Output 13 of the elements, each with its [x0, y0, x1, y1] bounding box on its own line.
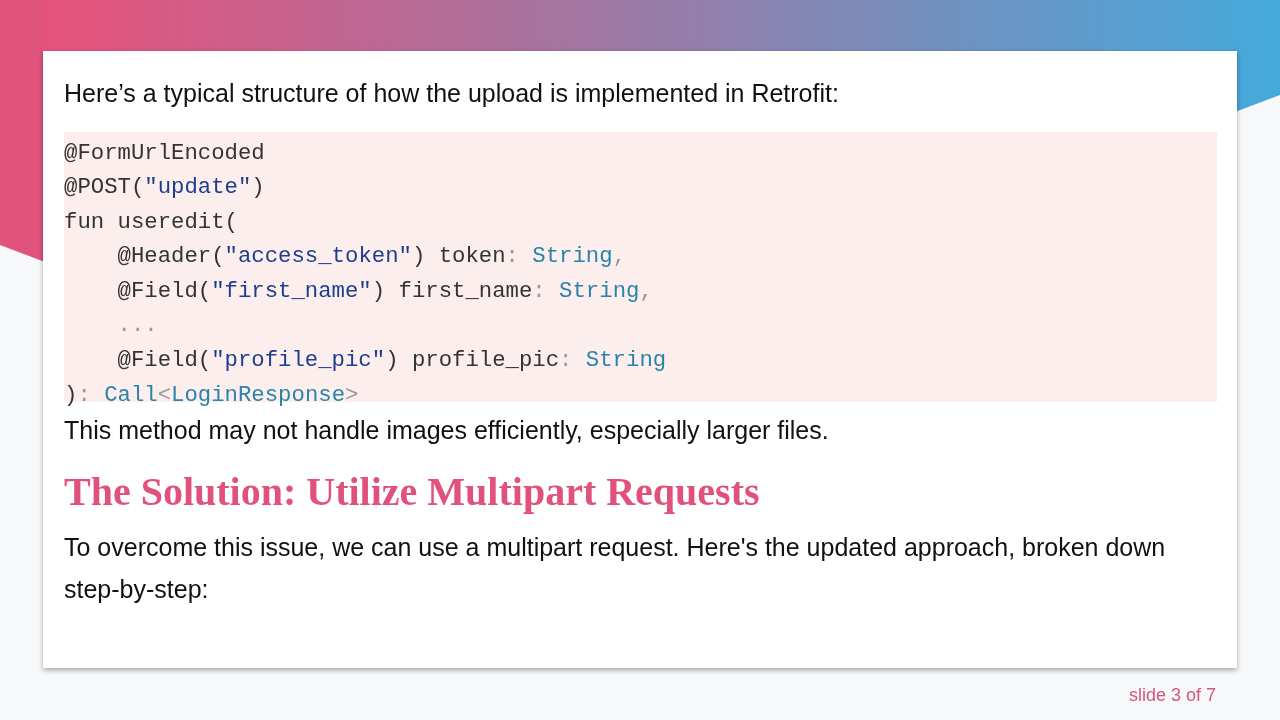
- slide-counter: slide 3 of 7: [1128, 685, 1216, 705]
- code-line: fun useredit(: [64, 207, 239, 237]
- note-text: This method may not handle images efficiently, especially larger files.: [64, 414, 830, 446]
- intro-text: Here’s a typical structure of how the upload is implemented in Retrofit:: [64, 78, 840, 109]
- code-line: @POST("update"): [64, 173, 266, 203]
- code-line: @Field("first_name") first_name: String,: [116, 276, 654, 306]
- code-line: @Field("profile_pic") profile_pic: String: [116, 346, 668, 376]
- code-line: ): Call<LoginResponse>: [64, 380, 360, 410]
- code-line: @FormUrlEncoded: [64, 138, 266, 168]
- code-line: ...: [116, 311, 159, 341]
- code-line: @Header("access_token") token: String,: [116, 242, 628, 272]
- paragraph-text: To overcome this issue, we can use a multipart request. Here's the updated approach, broken down step-by-step:: [64, 532, 1167, 605]
- slide-heading: The Solution: Utilize Multipart Requests: [64, 468, 761, 516]
